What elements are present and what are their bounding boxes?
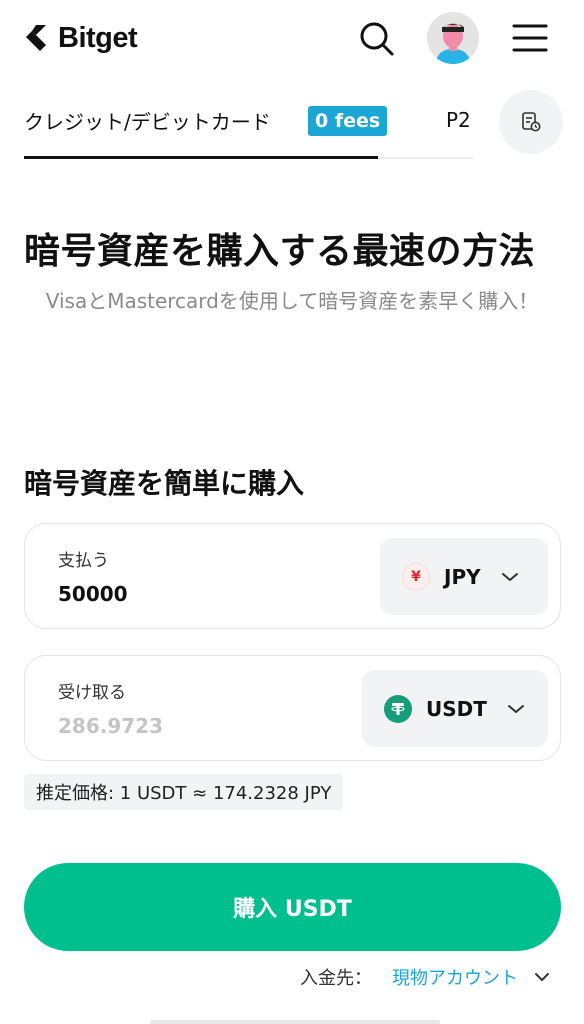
chevron-down-icon xyxy=(501,572,518,581)
tab-credit-debit-card[interactable]: クレジット/デビットカード xyxy=(24,102,271,138)
deposit-label: 入金先： xyxy=(300,968,372,989)
bitget-logo-icon xyxy=(26,25,46,51)
page-title: 暗号資産を購入する最速の方法 xyxy=(24,231,536,272)
top-header: Bitget xyxy=(0,0,584,80)
pay-amount-card: 支払う 50000 ¥ JPY xyxy=(24,523,561,629)
avatar[interactable] xyxy=(427,12,479,64)
pay-amount-input[interactable]: 50000 xyxy=(58,582,128,606)
receive-amount-card: 受け取る 286.9723 USDT xyxy=(24,655,561,761)
pay-currency-select[interactable]: ¥ JPY xyxy=(380,538,548,615)
section-title: 暗号資産を簡単に購入 xyxy=(24,467,305,500)
estimated-rate: 推定価格: 1 USDT ≈ 174.2328 JPY xyxy=(24,774,344,810)
receive-amount-input[interactable]: 286.9723 xyxy=(58,714,163,738)
logo-text: Bitget xyxy=(58,21,138,54)
search-button[interactable] xyxy=(356,18,396,58)
receive-currency-code: USDT xyxy=(426,696,487,721)
pay-currency-code: JPY xyxy=(444,564,481,589)
footer-partial-text xyxy=(150,1014,440,1024)
chevron-down-icon xyxy=(535,973,549,981)
zero-fees-badge: 0 fees xyxy=(308,106,388,136)
buy-usdt-button[interactable]: 購入 USDT xyxy=(24,863,561,951)
receive-currency-select[interactable]: USDT xyxy=(362,670,548,747)
usdt-icon xyxy=(384,694,412,723)
bitget-logo[interactable]: Bitget xyxy=(24,18,138,58)
deposit-account: 現物アカウント xyxy=(392,968,518,989)
active-tab-indicator xyxy=(24,156,378,159)
menu-icon xyxy=(512,24,548,52)
order-history-button[interactable] xyxy=(499,90,563,154)
tab-p2p[interactable]: P2 xyxy=(446,102,471,138)
deposit-destination[interactable]: 入金先： 現物アカウント xyxy=(300,962,550,992)
pay-label: 支払う xyxy=(58,551,109,571)
avatar-icon xyxy=(427,12,479,64)
order-history-icon xyxy=(522,112,541,132)
receive-label: 受け取る xyxy=(58,683,126,703)
page-subtitle: VisaとMastercardを使用して暗号資産を素早く購入！ xyxy=(45,289,539,313)
chevron-down-icon xyxy=(507,704,524,713)
search-icon xyxy=(360,22,394,56)
jpy-icon: ¥ xyxy=(402,562,430,591)
menu-button[interactable] xyxy=(510,20,550,56)
payment-method-tabs: クレジット/デビットカード 0 fees P2 xyxy=(24,96,474,160)
